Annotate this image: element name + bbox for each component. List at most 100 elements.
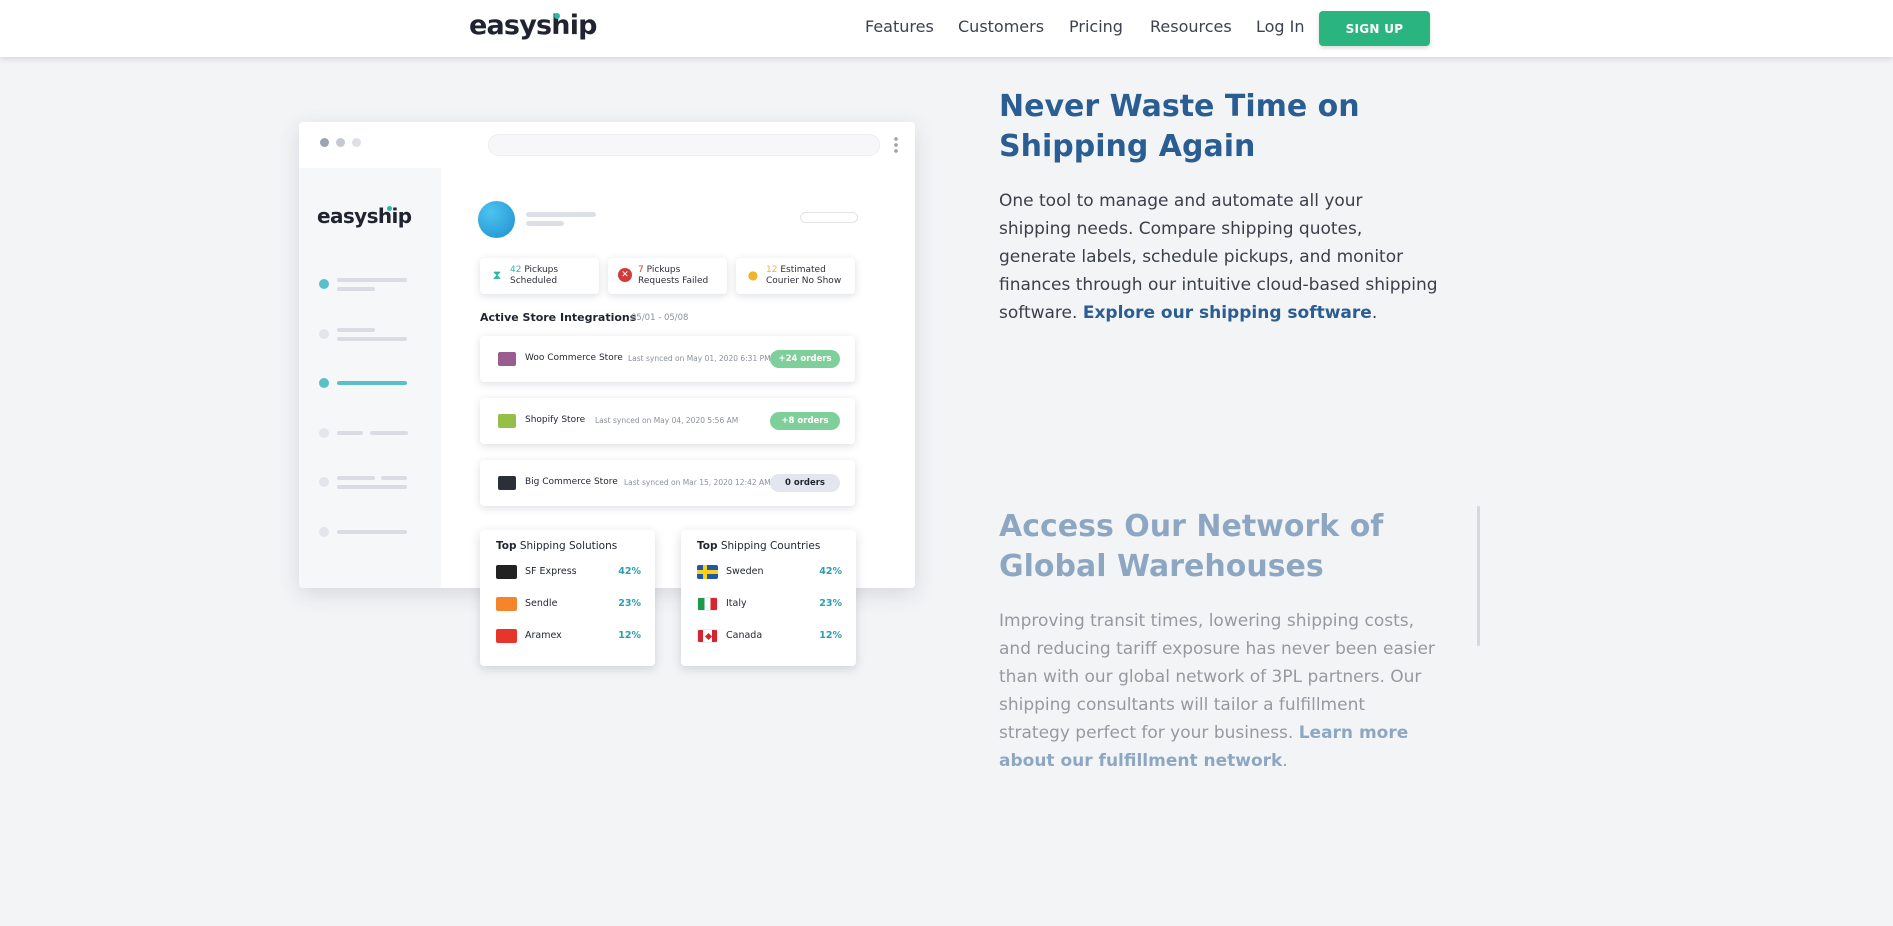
easyship-logo[interactable]: easyship (469, 10, 597, 41)
placeholder-line (337, 278, 407, 282)
placeholder-line (337, 337, 407, 341)
placeholder-line (337, 431, 363, 435)
placeholder-line (526, 212, 596, 217)
dashboard-mockup: easyship ⧗ 42 Pickups Scheduled ✕ 7 Pick… (299, 122, 915, 666)
bullet-icon (319, 378, 329, 388)
window-dot-icon (352, 138, 361, 147)
stat-card-courier-no-show: ● 12 Estimated Courier No Show (736, 258, 855, 294)
logo-dot-icon (387, 206, 392, 211)
hourglass-icon: ⧗ (492, 268, 502, 282)
courier-name: SF Express (525, 566, 577, 577)
punctuation: . (1282, 751, 1288, 771)
placeholder-line (337, 476, 375, 480)
list-item: Canada 12% (697, 628, 842, 644)
courier-name: Aramex (525, 630, 562, 641)
placeholder-line (337, 287, 375, 291)
card-title: Top Shipping Countries (697, 540, 820, 552)
punctuation: . (1371, 303, 1378, 323)
mockup-sidebar: easyship (299, 168, 441, 588)
country-name: Canada (726, 630, 763, 641)
stat-label: Courier No Show (766, 276, 842, 286)
orders-badge: +8 orders (770, 412, 840, 430)
list-item: SF Express 42% (496, 564, 641, 580)
nav-customers[interactable]: Customers (958, 17, 1044, 36)
list-item: Sweden 42% (697, 564, 842, 580)
courier-percent: 23% (618, 598, 641, 609)
signup-button[interactable]: SIGN UP (1319, 11, 1430, 46)
orders-badge: 0 orders (770, 474, 840, 492)
woocommerce-icon (498, 352, 516, 366)
store-card: Woo Commerce Store Last synced on May 01… (480, 336, 855, 382)
italy-flag-icon (697, 597, 718, 611)
bullet-icon (319, 477, 329, 487)
country-percent: 42% (819, 566, 842, 577)
store-sync-time: Last synced on May 04, 2020 5:56 AM (595, 416, 739, 425)
feature-body-shipping: One tool to manage and automate all your… (999, 187, 1439, 327)
stat-text: 7 Pickups Requests Failed (638, 265, 708, 287)
nav-resources[interactable]: Resources (1150, 17, 1232, 36)
stat-text: 12 Estimated Courier No Show (766, 265, 841, 287)
store-name: Big Commerce Store (525, 477, 618, 487)
country-percent: 12% (819, 630, 842, 641)
section-date: 05/01 - 05/08 (631, 313, 689, 323)
card-title: Top Shipping Solutions (496, 540, 617, 552)
feature-heading-warehouses: Access Our Network of Global Warehouses (999, 509, 1384, 584)
shopify-icon (498, 414, 516, 428)
avatar (478, 201, 515, 238)
orders-badge: +24 orders (770, 350, 840, 368)
store-name: Woo Commerce Store (525, 353, 623, 363)
list-item: Aramex 12% (496, 628, 641, 644)
top-navigation: easyship Features Customers Pricing Reso… (0, 0, 1893, 57)
store-card: Big Commerce Store Last synced on Mar 15… (480, 460, 855, 506)
mockup-logo-text: easyship (317, 204, 412, 228)
store-sync-time: Last synced on May 01, 2020 6:31 PM (628, 354, 771, 363)
stat-number: 42 (510, 265, 522, 275)
list-item: Italy 23% (697, 596, 842, 612)
section-scroll-indicator[interactable] (1477, 506, 1480, 646)
stat-label: Requests Failed (638, 276, 709, 286)
card-title-bold: Top (697, 540, 718, 552)
feature-body-warehouses: Improving transit times, lowering shippi… (999, 607, 1439, 775)
user-warning-icon: ● (747, 268, 759, 282)
card-title-bold: Top (496, 540, 517, 552)
top-shipping-countries-card: Top Shipping Countries Sweden 42% Italy … (681, 530, 856, 666)
nav-features[interactable]: Features (865, 17, 934, 36)
feature-heading-shipping: Never Waste Time on Shipping Again (999, 89, 1360, 164)
window-dot-icon (320, 138, 329, 147)
stat-label: Pickups (524, 265, 559, 275)
sweden-flag-icon (697, 565, 718, 579)
stat-number: 7 (638, 265, 644, 275)
explore-software-link[interactable]: Explore our shipping software (1083, 303, 1372, 323)
placeholder-pill (800, 212, 858, 223)
placeholder-line (381, 476, 407, 480)
error-icon: ✕ (618, 268, 632, 282)
placeholder-line (370, 431, 408, 435)
sendle-icon (496, 597, 517, 611)
kebab-menu-icon (894, 136, 898, 154)
canada-flag-icon (697, 629, 718, 643)
bullet-icon (319, 428, 329, 438)
window-dot-icon (336, 138, 345, 147)
stat-label: Estimated (780, 265, 826, 275)
country-name: Italy (726, 598, 747, 609)
card-title-rest: Shipping Solutions (516, 540, 618, 552)
placeholder-line (337, 328, 375, 332)
placeholder-line (337, 530, 407, 534)
mockup-url-bar (488, 134, 880, 156)
placeholder-line (337, 485, 407, 489)
stat-label: Scheduled (510, 276, 558, 286)
nav-login[interactable]: Log In (1256, 17, 1305, 36)
placeholder-line (337, 381, 407, 385)
courier-name: Sendle (525, 598, 558, 609)
sf-express-icon (496, 565, 517, 579)
nav-pricing[interactable]: Pricing (1069, 17, 1123, 36)
bullet-icon (319, 279, 329, 289)
placeholder-line (526, 221, 564, 226)
stat-label: Pickups (646, 265, 681, 275)
aramex-icon (496, 629, 517, 643)
courier-percent: 42% (618, 566, 641, 577)
section-title: Active Store Integrations (480, 311, 637, 324)
country-name: Sweden (726, 566, 764, 577)
bullet-icon (319, 527, 329, 537)
stat-number: 12 (766, 265, 778, 275)
